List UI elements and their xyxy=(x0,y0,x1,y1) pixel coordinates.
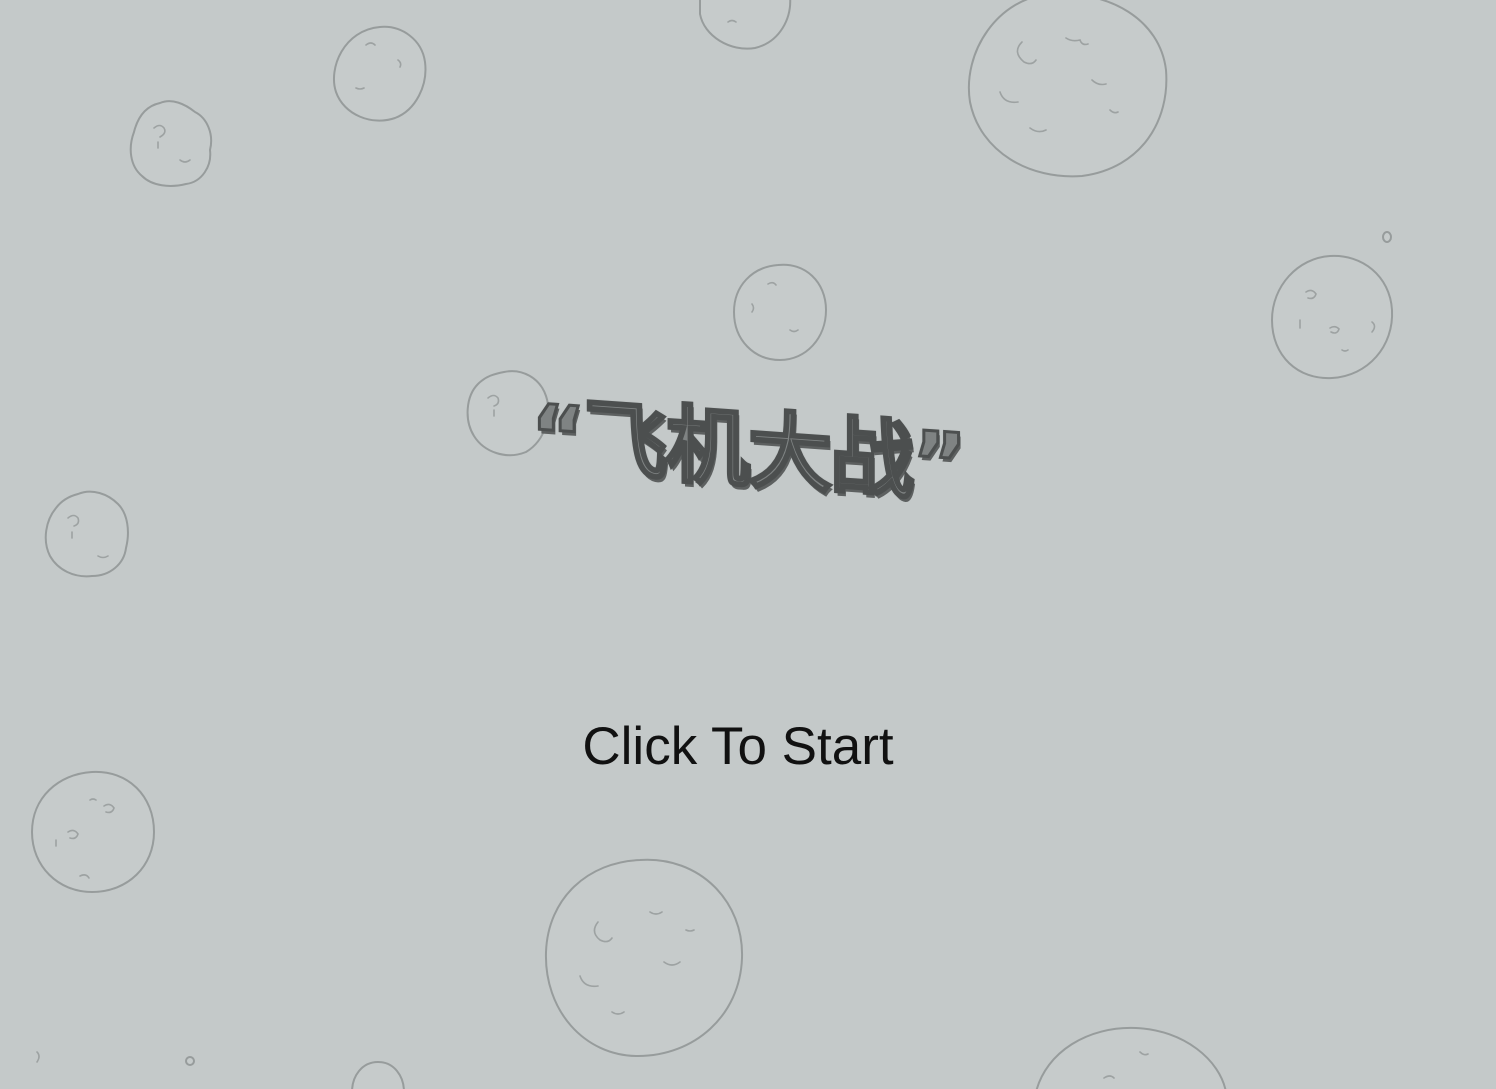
asteroid-icon xyxy=(699,0,792,50)
asteroid-field-background xyxy=(31,0,1394,1089)
asteroid-icon xyxy=(1271,254,1394,380)
asteroid-icon xyxy=(129,100,213,187)
asteroid-icon xyxy=(733,263,827,361)
asteroid-icon xyxy=(44,490,129,578)
game-start-screen[interactable]: “飞机大战” Click To Start xyxy=(0,0,1496,1089)
asteroid-icon xyxy=(185,1056,195,1066)
asteroid-icon xyxy=(1035,1026,1227,1089)
asteroid-icon xyxy=(1382,231,1392,243)
asteroid-icon xyxy=(967,0,1168,178)
asteroid-icon xyxy=(351,1061,405,1089)
asteroid-icon xyxy=(36,1051,40,1063)
click-to-start-prompt[interactable]: Click To Start xyxy=(438,712,1038,782)
asteroid-icon xyxy=(544,858,744,1057)
asteroid-icon xyxy=(31,770,155,893)
asteroid-icon xyxy=(332,25,427,122)
